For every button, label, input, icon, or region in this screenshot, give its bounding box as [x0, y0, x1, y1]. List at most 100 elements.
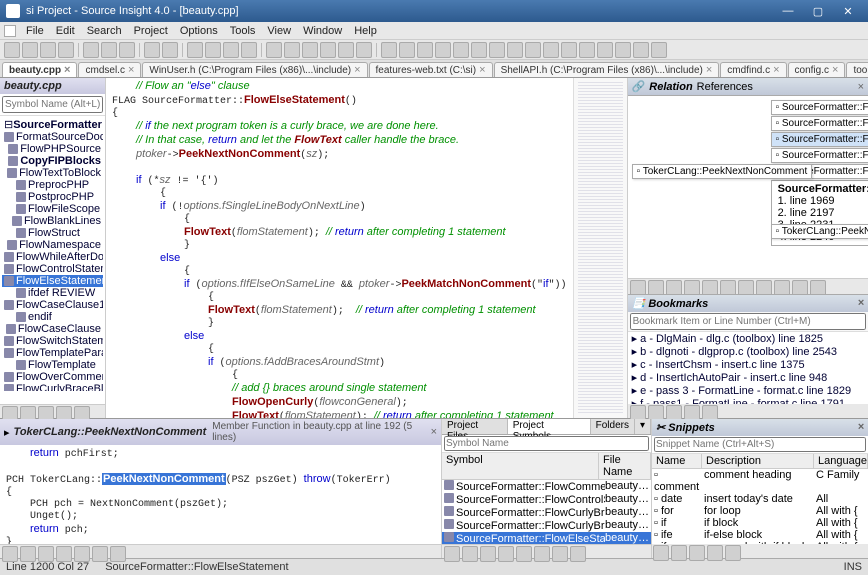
tree-node[interactable]: FlowWhileAfterDoBl…: [2, 251, 103, 263]
snippet-row[interactable]: ▫ forfor loopAll with {: [652, 505, 868, 517]
close-tab-icon[interactable]: ×: [354, 64, 360, 76]
toolbar-button[interactable]: [525, 42, 541, 58]
toolbar-button[interactable]: [320, 42, 336, 58]
tree-node[interactable]: FlowNamespace: [2, 239, 103, 251]
toolbar-button[interactable]: [471, 42, 487, 58]
tree-node[interactable]: FlowControlStatem…: [2, 263, 103, 275]
toolbar-button[interactable]: [162, 42, 178, 58]
bookmark-item[interactable]: ▸ c - InsertChsm - insert.c line 1375: [628, 358, 868, 371]
menu-project[interactable]: Project: [128, 25, 174, 37]
close-icon[interactable]: ×: [858, 297, 864, 310]
bookmark-item[interactable]: ▸ e - pass 3 - FormatLine - format.c lin…: [628, 384, 868, 397]
snippet-row[interactable]: ▫ ifif blockAll with {: [652, 517, 868, 529]
file-tab[interactable]: cmdfind.c×: [720, 62, 786, 77]
file-tab[interactable]: WinUser.h (C:\Program Files (x86)\...\in…: [142, 62, 367, 77]
tree-node[interactable]: FlowTextToBlock: [2, 167, 103, 179]
file-tab[interactable]: beauty.cpp×: [2, 62, 77, 77]
file-tab[interactable]: features-web.txt (C:\si)×: [369, 62, 493, 77]
relation-node[interactable]: ▫ SourceFormatter::FlowControlStatemen: [771, 100, 868, 115]
tree-node[interactable]: FlowTemplate: [2, 359, 103, 371]
toolbar-button[interactable]: [101, 42, 117, 58]
tree-node[interactable]: FlowSwitchStateme…: [2, 335, 103, 347]
tree-node[interactable]: FlowPHPSource: [2, 143, 103, 155]
tree-node[interactable]: FlowFileScope: [2, 203, 103, 215]
file-tab[interactable]: toolbar.c (toolbox)×: [846, 62, 868, 77]
tree-root[interactable]: ⊟ SourceFormatter: [2, 118, 103, 131]
minimap[interactable]: [573, 78, 627, 418]
tab-project-symbols[interactable]: Project Symbols: [508, 419, 591, 434]
col-filename[interactable]: File Name: [599, 453, 651, 479]
symbol-list[interactable]: SourceFormatter::FlowCommentsAndNewLineb…: [442, 480, 651, 544]
symbol-row[interactable]: SourceFormatter::FlowCurlyBraceBlockbeau…: [442, 506, 651, 519]
toolbar-button[interactable]: [597, 42, 613, 58]
toolbar-button[interactable]: [40, 42, 56, 58]
snippet-filter-input[interactable]: [654, 437, 866, 452]
toolbar-button[interactable]: [615, 42, 631, 58]
menu-file[interactable]: File: [20, 25, 50, 37]
toolbar-button[interactable]: [58, 42, 74, 58]
tree-node[interactable]: FlowCurlyBraceBlock: [2, 383, 103, 391]
tree-node[interactable]: PreprocPHP: [2, 179, 103, 191]
bookmark-item[interactable]: ▸ d - InsertIchAutoPair - insert.c line …: [628, 371, 868, 384]
close-tab-icon[interactable]: ×: [832, 64, 838, 76]
relation-node[interactable]: ▫ TokerCLang::PeekNextNonComment: [771, 224, 868, 239]
toolbar-button[interactable]: [579, 42, 595, 58]
toolbar-button[interactable]: [435, 42, 451, 58]
toolbar-button[interactable]: [187, 42, 203, 58]
close-button[interactable]: ✕: [834, 2, 862, 20]
toolbar-button[interactable]: [417, 42, 433, 58]
toolbar-button[interactable]: [444, 546, 460, 562]
tree-node[interactable]: FlowStruct: [2, 227, 103, 239]
menu-options[interactable]: Options: [174, 25, 224, 37]
symbol-row[interactable]: SourceFormatter::FlowControlStatementbea…: [442, 493, 651, 506]
close-icon[interactable]: ×: [858, 421, 864, 434]
toolbar-button[interactable]: [119, 42, 135, 58]
menu-help[interactable]: Help: [348, 25, 383, 37]
file-tab[interactable]: ShellAPI.h (C:\Program Files (x86)\...\i…: [494, 62, 720, 77]
tree-node[interactable]: FlowCaseClause: [2, 323, 103, 335]
tree-node[interactable]: FlowOverComment: [2, 371, 103, 383]
menu-search[interactable]: Search: [81, 25, 128, 37]
toolbar-button[interactable]: [284, 42, 300, 58]
tree-node[interactable]: ifdef REVIEW: [2, 287, 103, 299]
close-tab-icon[interactable]: ×: [128, 64, 134, 76]
symbol-row[interactable]: SourceFormatter::FlowElseStatementbeauty…: [442, 532, 651, 544]
tab-project-files[interactable]: Project Files: [442, 419, 508, 434]
tree-node[interactable]: FlowElseStatement: [2, 275, 103, 287]
toolbar-button[interactable]: [534, 546, 550, 562]
toolbar-button[interactable]: [725, 545, 741, 561]
tree-node[interactable]: FormatSourceDoc: [2, 131, 103, 143]
close-tab-icon[interactable]: ×: [706, 64, 712, 76]
tree-node[interactable]: FlowTemplateParam…: [2, 347, 103, 359]
toolbar-button[interactable]: [453, 42, 469, 58]
close-icon[interactable]: ×: [431, 426, 437, 438]
toolbar-button[interactable]: [507, 42, 523, 58]
menu-tools[interactable]: Tools: [224, 25, 262, 37]
close-tab-icon[interactable]: ×: [773, 64, 779, 76]
toolbar-button[interactable]: [552, 546, 568, 562]
toolbar-button[interactable]: [4, 42, 20, 58]
toolbar-button[interactable]: [2, 546, 18, 562]
symbol-filter-input[interactable]: [2, 96, 103, 113]
toolbar-button[interactable]: [498, 546, 514, 562]
toolbar-button[interactable]: [480, 546, 496, 562]
toolbar-button[interactable]: [399, 42, 415, 58]
toolbar-button[interactable]: [74, 546, 90, 562]
toolbar-button[interactable]: [22, 42, 38, 58]
toolbar-button[interactable]: [205, 42, 221, 58]
toolbar-button[interactable]: [707, 545, 723, 561]
bookmark-item[interactable]: ▸ f - pass1 - FormatLine - format.c line…: [628, 397, 868, 404]
col-description[interactable]: Description: [702, 454, 814, 468]
toolbar-button[interactable]: [338, 42, 354, 58]
menu-edit[interactable]: Edit: [50, 25, 81, 37]
tab-dropdown[interactable]: ▾: [635, 419, 651, 434]
relation-node[interactable]: ▫ SourceFormatter::FlowElseStatement: [771, 116, 868, 131]
menu-view[interactable]: View: [261, 25, 297, 37]
col-symbol[interactable]: Symbol: [442, 453, 599, 479]
tree-node[interactable]: endif: [2, 311, 103, 323]
relation-node[interactable]: ▫ TokerCLang::PeekNextNonComment: [632, 164, 813, 179]
code-editor[interactable]: // Flow an "else" clause FLAG SourceForm…: [106, 78, 627, 418]
context-code[interactable]: return pchFirst; PCH TokerCLang::PeekNex…: [0, 445, 441, 544]
col-name[interactable]: Name: [652, 454, 702, 468]
toolbar-button[interactable]: [302, 42, 318, 58]
